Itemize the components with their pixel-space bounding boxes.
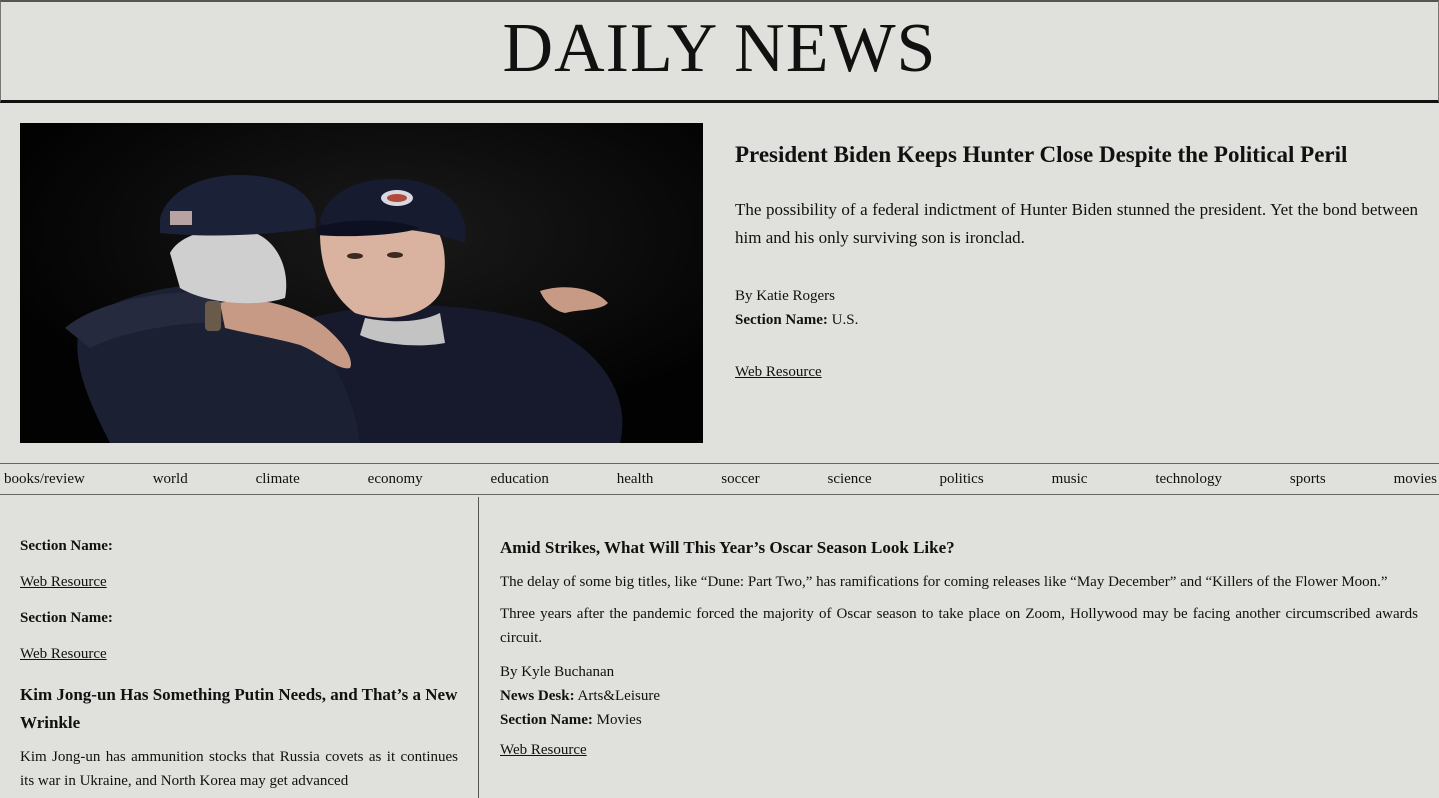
article-byline: By Kyle Buchanan	[500, 664, 615, 680]
news-desk-label: News Desk:	[500, 688, 575, 704]
right-article: Amid Strikes, What Will This Year’s Osca…	[500, 536, 1418, 759]
nav-item-technology[interactable]: technology	[1155, 471, 1222, 488]
nav-item-soccer[interactable]: soccer	[721, 471, 759, 488]
hero-image[interactable]	[20, 123, 703, 443]
masthead: DAILY NEWS	[0, 0, 1439, 103]
article-abstract: Kim Jong-un has ammunition stocks that R…	[20, 749, 458, 789]
news-desk-value: Arts&Leisure	[577, 688, 660, 704]
article-lead-paragraph: Three years after the pandemic forced th…	[500, 606, 1418, 646]
left-column[interactable]: Section Name: Web Resource Section Name:…	[0, 497, 479, 798]
nav-item-sports[interactable]: sports	[1290, 471, 1326, 488]
article-headline[interactable]: Kim Jong-un Has Something Putin Needs, a…	[20, 681, 458, 737]
nav-item-education[interactable]: education	[491, 471, 549, 488]
featured-web-resource-link[interactable]: Web Resource	[735, 364, 822, 381]
nav-item-economy[interactable]: economy	[368, 471, 423, 488]
nav-item-science[interactable]: science	[827, 471, 871, 488]
article-section: Section Name: Movies	[500, 708, 1418, 732]
nav-item-music[interactable]: music	[1052, 471, 1088, 488]
article-meta: By Kyle Buchanan News Desk: Arts&Leisure…	[500, 660, 1418, 732]
web-resource-link[interactable]: Web Resource	[20, 571, 107, 593]
section-nav: books/review world climate economy educa…	[0, 463, 1439, 495]
section-label: Section Name:	[500, 712, 593, 728]
web-resource-link[interactable]: Web Resource	[500, 742, 587, 759]
featured-section: Section Name: U.S.	[735, 308, 1418, 332]
site-title: DAILY NEWS	[502, 10, 937, 87]
section-label: Section Name:	[735, 312, 828, 328]
article-headline[interactable]: Amid Strikes, What Will This Year’s Osca…	[500, 536, 1418, 560]
article-news-desk: News Desk: Arts&Leisure	[500, 684, 1418, 708]
section-label: Section Name:	[20, 538, 113, 554]
featured-article: President Biden Keeps Hunter Close Despi…	[735, 138, 1418, 381]
nav-item-books-review[interactable]: books/review	[4, 471, 85, 488]
section-value: U.S.	[831, 312, 859, 328]
article-abstract: The delay of some big titles, like “Dune…	[500, 574, 1388, 590]
web-resource-link[interactable]: Web Resource	[20, 643, 107, 665]
section-label: Section Name:	[20, 610, 113, 626]
section-value: Movies	[596, 712, 642, 728]
nav-item-health[interactable]: health	[617, 471, 654, 488]
hero-photo-illustration	[20, 123, 703, 443]
nav-item-movies[interactable]: movies	[1394, 471, 1437, 488]
nav-item-climate[interactable]: climate	[256, 471, 300, 488]
nav-item-politics[interactable]: politics	[940, 471, 984, 488]
nav-item-world[interactable]: world	[153, 471, 188, 488]
featured-abstract: The possibility of a federal indictment …	[735, 200, 1418, 247]
featured-headline[interactable]: President Biden Keeps Hunter Close Despi…	[735, 138, 1418, 172]
featured-byline: By Katie Rogers	[735, 288, 835, 304]
